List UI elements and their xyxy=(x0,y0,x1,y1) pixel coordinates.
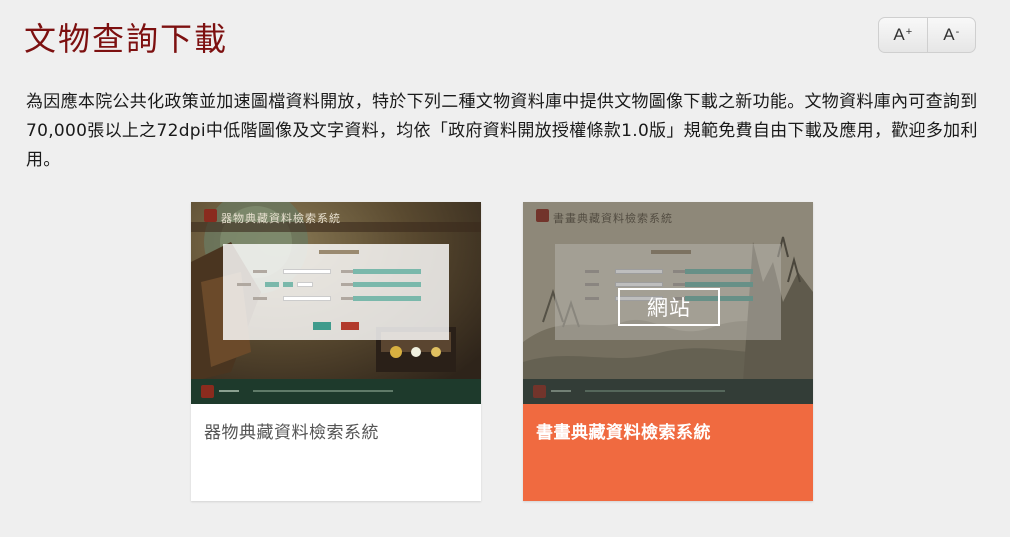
objects-search-form-preview xyxy=(223,244,449,340)
page-title: 文物查詢下載 xyxy=(24,20,229,58)
museum-seal-icon xyxy=(204,209,217,222)
paintings-database-thumbnail[interactable]: 書畫典藏資料檢索系統 網站 xyxy=(523,202,813,404)
font-increase-button[interactable]: A + xyxy=(879,18,927,52)
intro-text: 為因應本院公共化政策並加速圖檔資料開放，特於下列二種文物資料庫中提供文物圖像下載… xyxy=(26,92,978,170)
font-decrease-button[interactable]: A- xyxy=(926,18,976,52)
plus-icon: + xyxy=(905,26,913,38)
font-size-controls: A + A- xyxy=(878,17,976,53)
font-decrease-label: A xyxy=(943,25,955,44)
card-paintings-database[interactable]: 書畫典藏資料檢索系統 網站 書畫典藏資料檢索系統 xyxy=(523,202,813,501)
minus-icon: - xyxy=(955,26,960,38)
font-increase-label: A xyxy=(893,25,905,44)
objects-database-thumbnail[interactable]: 器物典藏資料檢索系統 xyxy=(191,202,481,404)
paintings-database-label[interactable]: 書畫典藏資料檢索系統 xyxy=(523,404,813,501)
card-objects-database[interactable]: 器物典藏資料檢索系統 器物典藏資料檢索系統 xyxy=(191,202,481,501)
website-button[interactable]: 網站 xyxy=(618,288,720,326)
objects-database-label[interactable]: 器物典藏資料檢索系統 xyxy=(191,404,481,501)
objects-thumbnail-title: 器物典藏資料檢索系統 xyxy=(221,212,341,225)
objects-thumbnail-footer xyxy=(191,379,481,404)
